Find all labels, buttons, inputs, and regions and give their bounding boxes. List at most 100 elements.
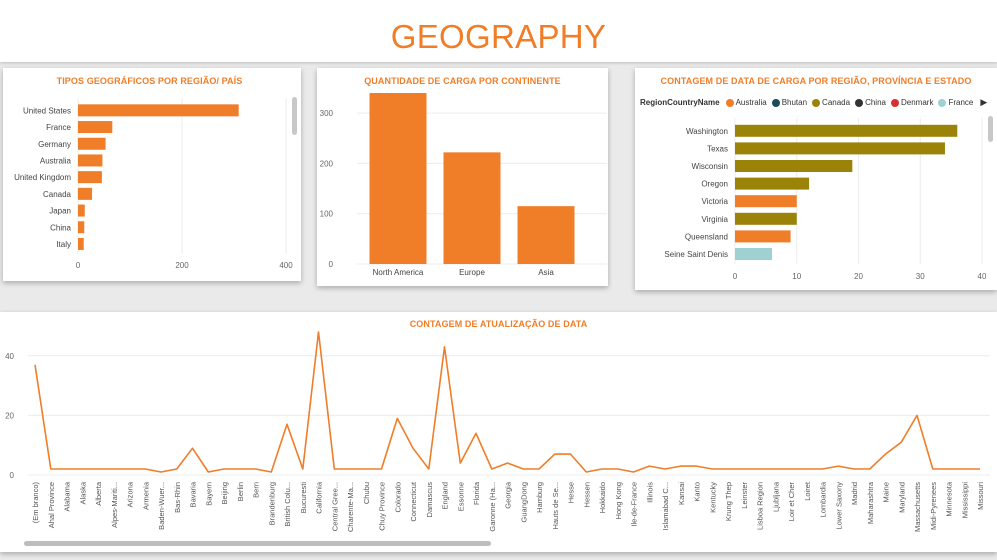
x-tick-label: California	[315, 481, 324, 514]
x-tick-label: Connecticut	[409, 481, 418, 522]
x-tick-label: Armenia	[141, 481, 150, 510]
y-tick-label: 20	[5, 411, 14, 420]
category-label: Europe	[459, 268, 485, 277]
x-tick-label: 200	[175, 261, 189, 270]
cargo-region-card[interactable]: CONTAGEM DE DATA DE CARGA POR REGIÃO, PR…	[635, 68, 997, 290]
update-count-card[interactable]: CONTAGEM DE ATUALIZAÇÃO DE DATA 0 20 40 (Em…	[0, 312, 997, 552]
y-tick-label: 40	[5, 352, 14, 361]
y-tick-label: 0	[329, 260, 334, 269]
x-tick-label: Central Gree...	[330, 482, 339, 531]
bar	[735, 230, 791, 243]
title-banner: GEOGRAPHY	[0, 0, 997, 62]
bar	[735, 160, 853, 172]
x-tick-label: Alberta	[94, 481, 103, 506]
bar	[78, 154, 103, 167]
bar	[735, 195, 797, 208]
category-label: North America	[373, 268, 424, 277]
bar	[517, 206, 575, 264]
y-tick-label: 0	[10, 471, 15, 480]
horizontal-scrollbar[interactable]	[24, 541, 491, 546]
category-label: Virginia	[701, 215, 728, 224]
x-tick-label: 20	[854, 272, 863, 281]
x-tick-label: Bas-Rhin	[173, 482, 182, 513]
bar	[78, 204, 85, 217]
geo-types-card[interactable]: TIPOS GEOGRÁFICOS POR REGIÃO/ PAÍS 0 200 4…	[3, 68, 301, 281]
x-tick-label: Minnesota	[945, 481, 954, 516]
x-tick-label: Baden-Wuer...	[157, 482, 166, 530]
bar	[735, 248, 773, 260]
x-tick-label: Hamburg	[535, 482, 544, 513]
x-tick-label: Brandenburg	[267, 482, 276, 525]
cargo-continent-card[interactable]: QUANTIDADE DE CARGA POR CONTINENTE 0 100 2…	[317, 68, 608, 286]
x-tick-label: Arizona	[126, 481, 135, 507]
x-tick-label: Hessen	[582, 482, 591, 507]
category-label: Texas	[707, 144, 728, 153]
x-tick-label: 400	[279, 261, 293, 270]
x-tick-label: Krung Thep	[724, 482, 733, 521]
bar	[735, 142, 945, 155]
x-tick-label: Hong Kong	[614, 482, 623, 520]
category-label: Seine Saint Denis	[664, 250, 728, 259]
category-label: France	[46, 123, 71, 132]
bar	[443, 152, 501, 264]
x-tick-label: British Colu...	[283, 482, 292, 527]
report-page: GEOGRAPHY TIPOS GEOGRÁFICOS POR REGIÃO/ …	[0, 0, 997, 560]
vertical-scrollbar[interactable]	[988, 116, 993, 142]
geo-types-chart: 0 200 400 United States France Germany Austral…	[14, 98, 293, 270]
vertical-scrollbar[interactable]	[292, 97, 297, 135]
series-line	[34, 331, 980, 473]
bar	[78, 104, 239, 117]
x-tick-label: Loiret	[803, 481, 812, 501]
category-label: United Kingdom	[14, 173, 71, 182]
y-tick-label: 200	[320, 159, 334, 168]
x-tick-label: England	[441, 482, 450, 510]
category-label: Germany	[38, 140, 71, 149]
x-tick-label: Islamabad C...	[661, 482, 670, 530]
x-tick-label: Charente-Ma...	[346, 482, 355, 532]
x-tick-label: Lower Saxony	[834, 482, 843, 530]
category-label: United States	[23, 106, 71, 115]
x-tick-label: 30	[916, 272, 925, 281]
x-tick-label: Midi-Pyrenees	[929, 482, 938, 530]
x-tick-label: Hauts de Se...	[551, 482, 560, 530]
x-tick-label: Kentucky	[708, 482, 717, 513]
category-label: Washington	[686, 127, 728, 136]
x-tick-label: Garonne (Ha...	[488, 482, 497, 532]
x-tick-label: Maine	[882, 482, 891, 502]
x-tick-label: Alabama	[63, 481, 72, 511]
x-tick-label: Bucuresti	[299, 482, 308, 514]
category-label: Australia	[40, 156, 72, 165]
bar	[369, 93, 427, 265]
page-title: GEOGRAPHY	[390, 18, 607, 55]
x-tick-label: Kanto	[693, 482, 702, 502]
bar	[735, 124, 958, 137]
x-tick-label: Colorado	[393, 482, 402, 512]
category-label: Canada	[43, 190, 72, 199]
x-tick-label: Essonne	[456, 482, 465, 511]
y-tick-label: 100	[320, 210, 334, 219]
category-label: Italy	[56, 240, 71, 249]
x-tick-label: Maharashtra	[866, 481, 875, 524]
x-tick-label: (Em branco)	[31, 482, 40, 524]
x-tick-label: Berlin	[236, 482, 245, 501]
cargo-region-chart: 0 10 20 30 40 Washington Texas Wisconsin Oregon V…	[664, 118, 987, 281]
x-tick-label: Beijing	[220, 482, 229, 505]
x-tick-label: Chubu	[362, 482, 371, 504]
category-label: Asia	[538, 268, 554, 277]
x-tick-label: Hesse	[567, 482, 576, 503]
x-tick-label: Bern	[252, 482, 261, 498]
y-tick-label: 300	[320, 109, 334, 118]
x-tick-label: Ile-de-France	[630, 482, 639, 527]
x-tick-label: Lombardia	[819, 481, 828, 517]
update-count-chart: 0 20 40 (Em branco) Ahal Province Alabama Alas…	[5, 331, 990, 532]
x-tick-label: Chuy Province	[378, 482, 387, 531]
x-tick-label: 10	[792, 272, 801, 281]
x-tick-label: Florida	[472, 481, 481, 505]
x-tick-label: Lisboa Region	[756, 482, 765, 530]
x-tick-label: Ljubljana	[771, 481, 780, 512]
x-tick-label: 0	[733, 272, 738, 281]
x-tick-label: Missouri	[976, 482, 985, 510]
x-tick-label: Damascus	[425, 482, 434, 518]
bar	[78, 237, 84, 250]
x-tick-label: Kansai	[677, 482, 686, 505]
